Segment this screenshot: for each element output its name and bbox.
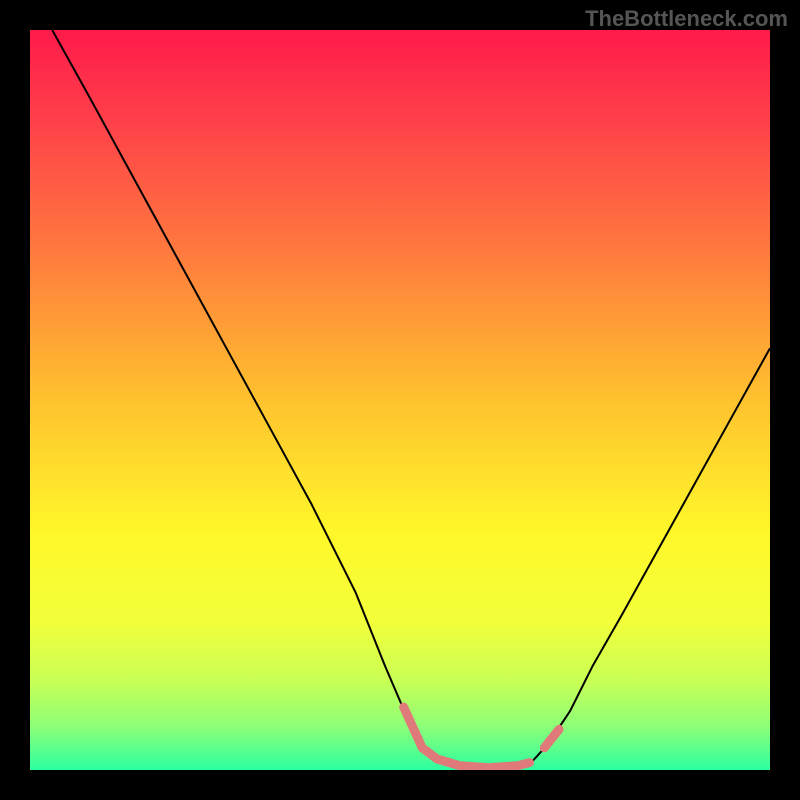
plot-area	[30, 30, 770, 770]
chart-root: TheBottleneck.com	[0, 0, 800, 800]
gradient-background	[30, 30, 770, 770]
chart-svg	[30, 30, 770, 770]
watermark-text: TheBottleneck.com	[585, 6, 788, 32]
